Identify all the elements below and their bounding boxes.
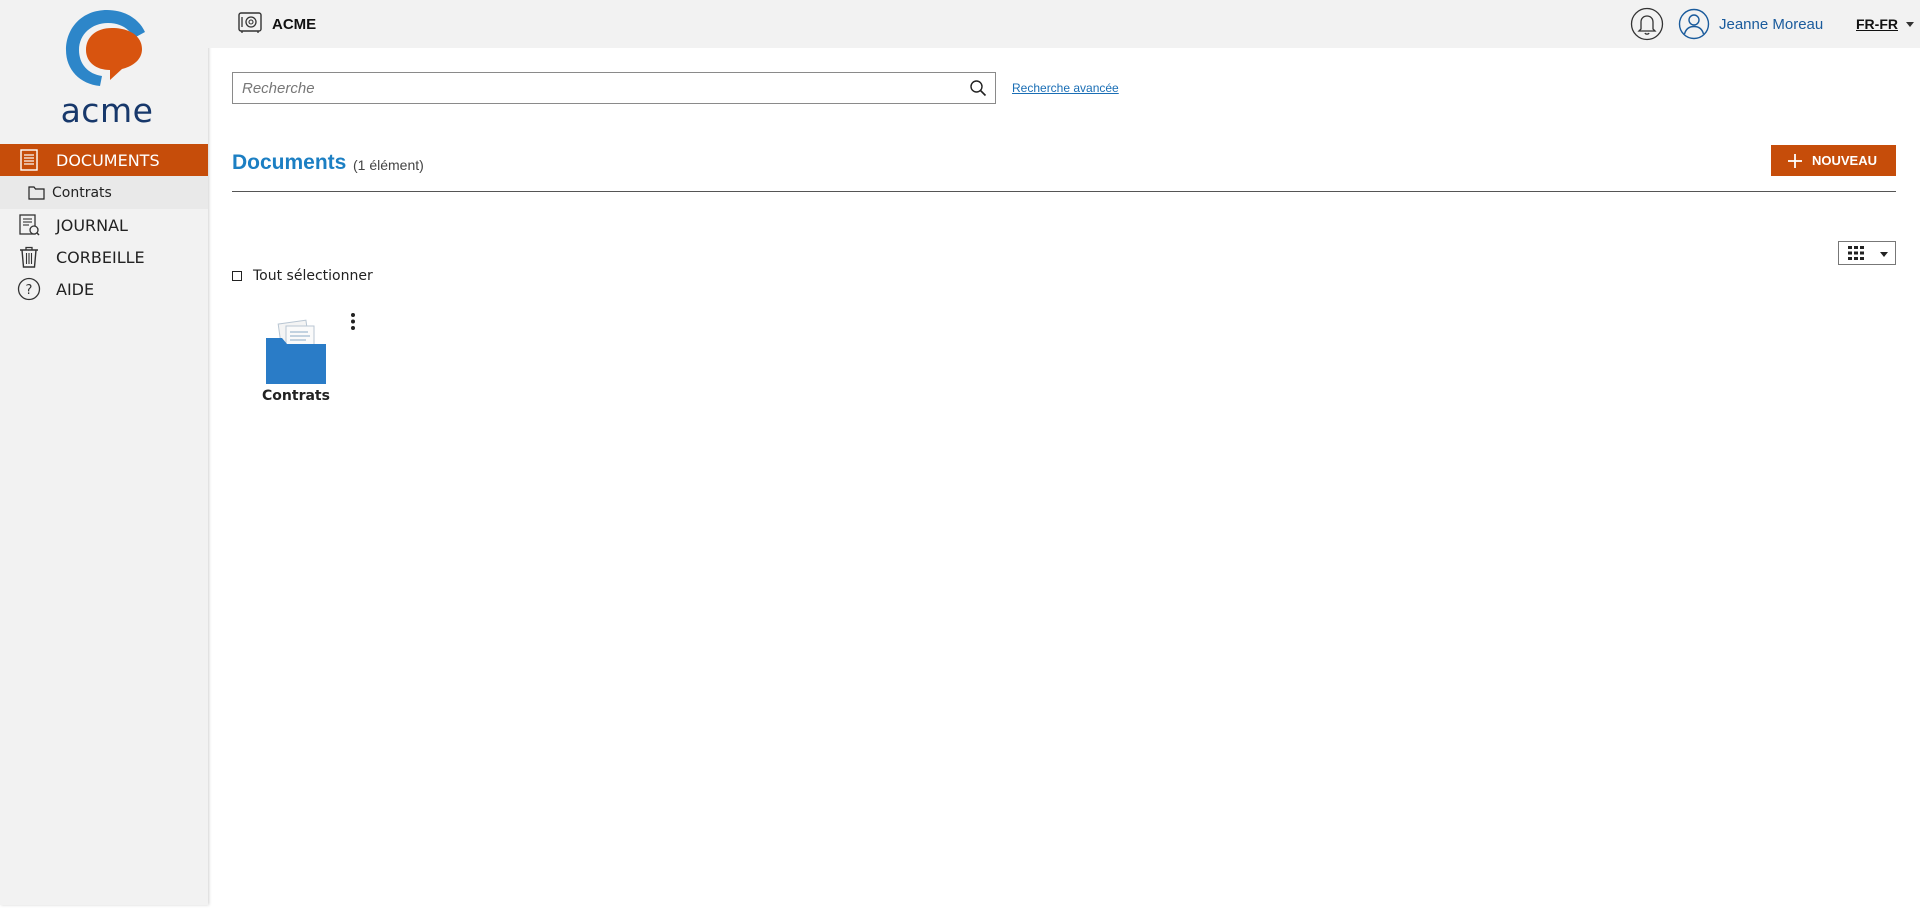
folder-name: Contrats <box>262 388 330 404</box>
help-icon: ? <box>17 277 41 301</box>
user-name[interactable]: Jeanne Moreau <box>1719 16 1823 33</box>
grid-view-icon <box>1848 246 1864 260</box>
sidebar-item-label: DOCUMENTS <box>56 150 160 170</box>
logo-icon <box>66 10 145 86</box>
more-options-icon[interactable] <box>344 312 362 332</box>
language-selector[interactable]: FR-FR <box>1856 16 1898 32</box>
sidebar-item-corbeille[interactable]: CORBEILLE <box>0 241 208 273</box>
sidebar-item-journal[interactable]: JOURNAL <box>0 209 208 241</box>
folder-card[interactable]: Contrats <box>258 314 334 409</box>
sidebar-item-label: Contrats <box>52 184 112 201</box>
plus-icon <box>1788 154 1802 168</box>
new-button-label: NOUVEAU <box>1812 153 1878 168</box>
select-all-label: Tout sélectionner <box>253 268 373 284</box>
vault-icon <box>238 12 262 33</box>
acme-logo[interactable]: acme <box>52 6 162 130</box>
sidebar-item-aide[interactable]: ? AIDE <box>0 273 208 305</box>
folder-icon <box>266 319 326 384</box>
sidebar-nav: DOCUMENTS Contrats JOURNAL CORBEILLE ? A… <box>0 144 208 305</box>
brand-name: ACME <box>272 16 317 33</box>
sidebar-item-contrats[interactable]: Contrats <box>0 176 208 209</box>
top-bar: ACME Jeanne Moreau FR-FR <box>208 0 1920 48</box>
svg-text:?: ? <box>26 283 33 298</box>
new-button[interactable]: NOUVEAU <box>1771 145 1896 176</box>
sidebar-item-label: JOURNAL <box>56 215 128 235</box>
search-box <box>232 72 996 104</box>
select-all[interactable]: Tout sélectionner <box>232 268 373 284</box>
advanced-search-link[interactable]: Recherche avancée <box>1012 81 1119 95</box>
logo-wordmark: acme <box>60 91 154 130</box>
search-input[interactable] <box>233 73 953 103</box>
sidebar-item-label: CORBEILLE <box>56 247 145 267</box>
trash-icon <box>20 246 38 268</box>
select-all-checkbox[interactable] <box>232 271 242 281</box>
chevron-down-icon[interactable] <box>1906 22 1914 27</box>
bell-icon[interactable] <box>1630 7 1664 41</box>
journal-icon <box>19 214 40 236</box>
item-count: (1 élément) <box>353 157 424 173</box>
sidebar-item-documents[interactable]: DOCUMENTS <box>0 144 208 176</box>
sidebar: acme DOCUMENTS Contrats JOURNAL CORBEILL… <box>0 0 208 905</box>
view-mode-toggle[interactable] <box>1838 241 1896 265</box>
header-divider <box>232 191 1896 192</box>
sidebar-item-label: AIDE <box>56 279 95 299</box>
folder-icon <box>28 186 45 200</box>
document-icon <box>20 149 38 171</box>
user-icon[interactable] <box>1678 8 1710 40</box>
page-title: Documents <box>232 151 347 174</box>
search-icon[interactable] <box>969 79 987 97</box>
chevron-down-icon <box>1880 252 1888 257</box>
